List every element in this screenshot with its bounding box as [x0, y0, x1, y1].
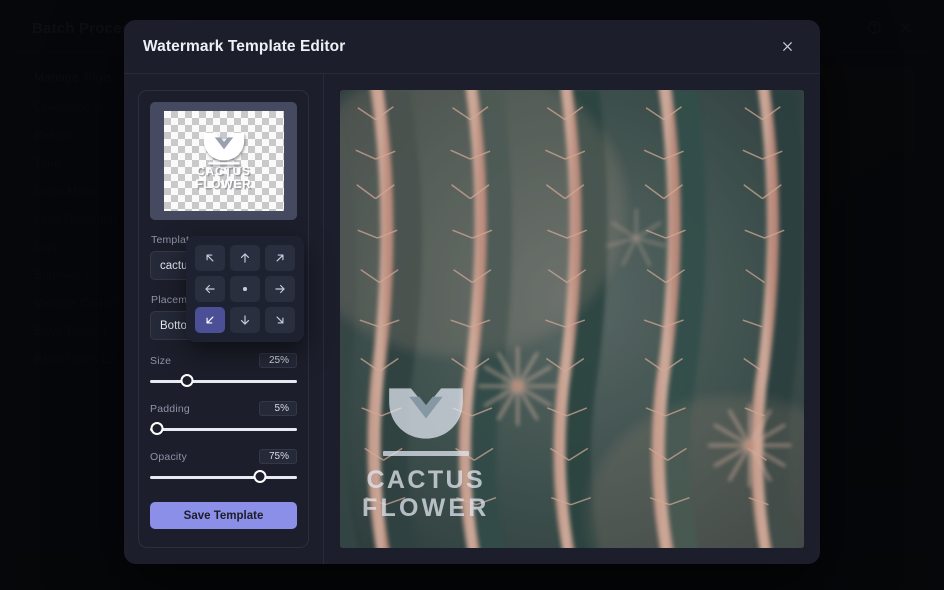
placement-cell-top-center[interactable] — [230, 245, 260, 271]
placement-cell-top-left[interactable] — [195, 245, 225, 271]
arrow-up-right-icon — [276, 254, 284, 262]
arrow-down-icon — [240, 315, 250, 325]
padding-slider[interactable] — [150, 422, 297, 436]
transparency-checkerboard: CACTUS FLOWER — [163, 111, 284, 211]
opacity-slider-row: Opacity 75% — [150, 449, 297, 464]
watermark-divider-bar — [382, 451, 469, 456]
dialog-title: Watermark Template Editor — [143, 37, 346, 55]
save-template-button[interactable]: Save Template — [150, 502, 297, 529]
cactus-flower-bowl-chevron-logo — [203, 132, 244, 165]
arrow-up-icon — [240, 253, 250, 263]
placement-cell-bottom-left[interactable] — [195, 307, 225, 333]
opacity-label: Opacity — [150, 450, 187, 463]
watermark-overlay: CACTUS FLOWER — [362, 385, 490, 522]
logo-text-line1: CACTUS — [196, 166, 251, 178]
watermark-text-line2: FLOWER — [362, 494, 490, 522]
arrow-left-icon — [205, 284, 215, 294]
watermark-text-line1: CACTUS — [366, 466, 486, 494]
dialog-header: Watermark Template Editor — [124, 20, 820, 74]
size-slider[interactable] — [150, 374, 297, 388]
opacity-slider[interactable] — [150, 470, 297, 484]
padding-label: Padding — [150, 402, 190, 415]
preview-panel: CACTUS FLOWER — [324, 74, 820, 564]
padding-value: 5% — [259, 401, 297, 416]
placement-cell-middle-left[interactable] — [195, 276, 225, 302]
arrow-down-right-icon — [276, 316, 284, 324]
placement-grid-popover — [186, 236, 304, 342]
size-slider-row: Size 25% — [150, 353, 297, 368]
watermark-logo-preview[interactable]: CACTUS FLOWER — [150, 102, 297, 220]
logo-text-line2: FLOWER — [195, 178, 252, 191]
size-slider-thumb[interactable] — [180, 374, 194, 387]
placement-cell-bottom-center[interactable] — [230, 307, 260, 333]
arrow-right-icon — [275, 284, 285, 294]
placement-cell-bottom-right[interactable] — [265, 307, 295, 333]
opacity-value: 75% — [259, 449, 297, 464]
arrow-down-left-icon — [206, 316, 214, 324]
placement-cell-center[interactable] — [230, 276, 260, 302]
placement-cell-middle-right[interactable] — [265, 276, 295, 302]
size-label: Size — [150, 354, 172, 367]
dot-icon — [243, 287, 247, 291]
cactus-flower-bowl-chevron-logo — [388, 388, 463, 439]
placement-cell-top-right[interactable] — [265, 245, 295, 271]
padding-slider-thumb[interactable] — [150, 422, 164, 435]
arrow-up-left-icon — [206, 254, 214, 262]
padding-slider-row: Padding 5% — [150, 401, 297, 416]
opacity-slider-thumb[interactable] — [253, 470, 267, 483]
size-value: 25% — [259, 353, 297, 368]
close-icon[interactable] — [774, 34, 800, 60]
image-preview[interactable]: CACTUS FLOWER — [340, 90, 804, 548]
